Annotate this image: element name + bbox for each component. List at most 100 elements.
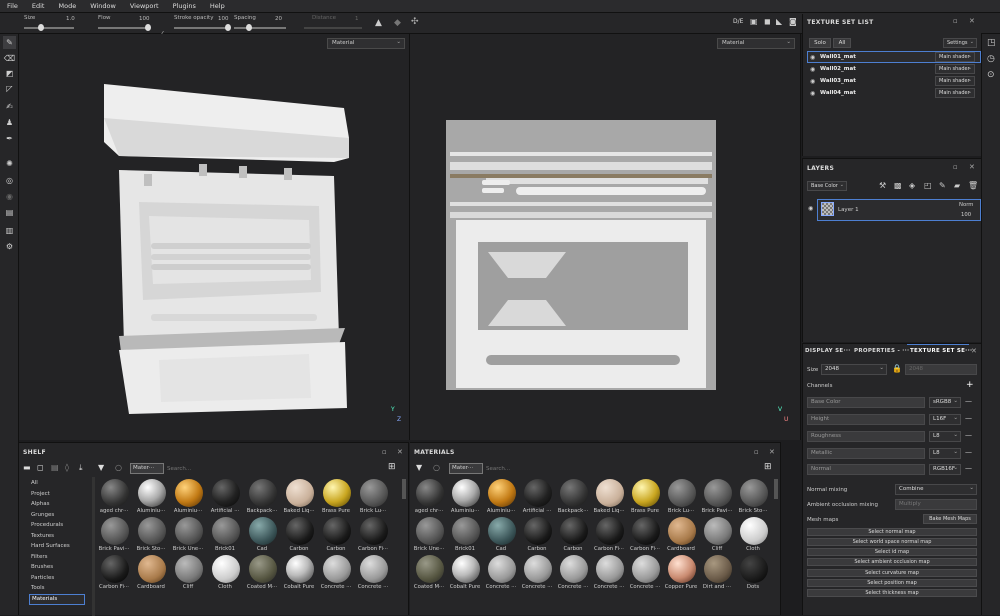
filter-circle-icon[interactable]: ○ bbox=[115, 463, 122, 472]
spacing-slider[interactable] bbox=[234, 27, 286, 29]
material-thumbnail[interactable] bbox=[249, 479, 277, 507]
visibility-eye-icon[interactable]: ◉ bbox=[810, 66, 815, 73]
channel-format-dropdown[interactable]: L8 bbox=[929, 448, 961, 459]
select-position-map-button[interactable]: Select position map bbox=[807, 579, 977, 587]
remove-channel-icon[interactable]: — bbox=[965, 431, 972, 439]
channel-row[interactable]: Height bbox=[807, 414, 925, 425]
float-panel-icon[interactable]: ▫ bbox=[754, 448, 759, 456]
material-thumbnail[interactable] bbox=[488, 479, 516, 507]
log-icon[interactable]: ⊙ bbox=[987, 70, 995, 80]
category-scrollbar[interactable] bbox=[92, 477, 95, 616]
layers-icon[interactable]: ◳ bbox=[987, 38, 996, 48]
tab-texture-set-settings[interactable]: TEXTURE SET SE··· bbox=[910, 348, 972, 354]
category-item[interactable]: Filters bbox=[31, 552, 48, 562]
menu-edit[interactable]: Edit bbox=[25, 2, 52, 10]
settings-dropdown[interactable]: Settings bbox=[943, 38, 977, 48]
all-button[interactable]: All bbox=[833, 38, 851, 48]
projection-icon[interactable]: ◩ bbox=[3, 67, 16, 80]
add-paint-layer-icon[interactable]: ✎ bbox=[939, 181, 946, 190]
material-thumbnail[interactable] bbox=[416, 479, 444, 507]
layer-blend-mode[interactable]: Norm bbox=[959, 202, 973, 208]
tab-properties[interactable]: PROPERTIES - ··· bbox=[854, 348, 909, 354]
channel-row[interactable]: Base Color bbox=[807, 397, 925, 408]
channel-format-dropdown[interactable]: sRGB8 bbox=[929, 397, 961, 408]
select-thickness-map-button[interactable]: Select thickness map bbox=[807, 589, 977, 597]
material-thumbnail[interactable] bbox=[488, 555, 516, 583]
screenshot-camera-icon[interactable]: ◙ bbox=[789, 17, 797, 26]
camera-cube-icon[interactable]: ◼ bbox=[764, 17, 771, 26]
material-thumbnail[interactable] bbox=[704, 479, 732, 507]
iray-icon[interactable]: ◉ bbox=[3, 190, 16, 203]
material-thumbnail[interactable] bbox=[175, 479, 203, 507]
float-panel-icon[interactable]: ▫ bbox=[953, 17, 958, 25]
materials-filter-tag[interactable]: Mater··· bbox=[449, 463, 483, 474]
remove-channel-icon[interactable]: — bbox=[965, 464, 972, 472]
category-item[interactable]: Textures bbox=[31, 531, 54, 541]
material-thumbnail[interactable] bbox=[101, 555, 129, 583]
folder-icon[interactable]: ▬ bbox=[23, 463, 31, 472]
new-shelf-icon[interactable]: ◻ bbox=[37, 463, 44, 472]
material-thumbnail[interactable] bbox=[596, 517, 624, 545]
eraser-icon[interactable]: ⌫ bbox=[3, 52, 16, 65]
select-id-map-button[interactable]: Select id map bbox=[807, 548, 977, 556]
material-thumbnail[interactable] bbox=[632, 479, 660, 507]
texture-set-name[interactable]: Wall03_mat bbox=[820, 76, 856, 86]
filter-circle-icon[interactable]: ○ bbox=[433, 463, 440, 472]
material-thumbnail[interactable] bbox=[212, 479, 240, 507]
add-channel-icon[interactable]: + bbox=[966, 380, 974, 390]
material-thumbnail[interactable] bbox=[704, 555, 732, 583]
material-thumbnail[interactable] bbox=[452, 479, 480, 507]
close-panel-icon[interactable]: ✕ bbox=[769, 448, 775, 456]
render-icon[interactable]: ◣ bbox=[776, 17, 782, 26]
material-thumbnail[interactable] bbox=[175, 517, 203, 545]
material-thumbnail[interactable] bbox=[212, 517, 240, 545]
layer-opacity[interactable]: 100 bbox=[961, 212, 971, 218]
channel-format-dropdown[interactable]: RGB16F bbox=[929, 464, 961, 475]
grid-view-icon[interactable]: ⊞ bbox=[764, 462, 772, 472]
close-panel-icon[interactable]: ✕ bbox=[969, 17, 975, 25]
material-thumbnail[interactable] bbox=[249, 555, 277, 583]
material-thumbnail[interactable] bbox=[632, 555, 660, 583]
remove-channel-icon[interactable]: — bbox=[965, 448, 972, 456]
category-item[interactable]: Project bbox=[31, 489, 50, 499]
stroke-opacity-slider-knob[interactable] bbox=[225, 24, 231, 31]
material-thumbnail[interactable] bbox=[212, 555, 240, 583]
flow-slider-knob[interactable] bbox=[145, 24, 151, 31]
category-item[interactable]: All bbox=[31, 478, 38, 488]
material-thumbnail[interactable] bbox=[632, 517, 660, 545]
material-thumbnail[interactable] bbox=[249, 517, 277, 545]
material-thumbnail[interactable] bbox=[323, 555, 351, 583]
close-panel-icon[interactable]: ✕ bbox=[969, 163, 975, 171]
material-thumbnail[interactable] bbox=[452, 555, 480, 583]
material-thumbnail[interactable] bbox=[138, 517, 166, 545]
layer-name[interactable]: Layer 1 bbox=[838, 207, 859, 213]
normal-mixing-dropdown[interactable]: Combine bbox=[895, 484, 977, 495]
category-item[interactable]: Materials bbox=[32, 594, 57, 604]
texture-set-name[interactable]: Wall02_mat bbox=[820, 64, 856, 74]
material-thumbnail[interactable] bbox=[323, 479, 351, 507]
menu-window[interactable]: Window bbox=[83, 2, 123, 10]
menu-plugins[interactable]: Plugins bbox=[166, 2, 203, 10]
visibility-eye-icon[interactable]: ◉ bbox=[810, 54, 815, 61]
viewport-2d-channel-select[interactable]: Material bbox=[717, 38, 795, 49]
material-thumbnail[interactable] bbox=[175, 555, 203, 583]
polygon-fill-icon[interactable]: ◸ bbox=[3, 82, 16, 95]
material-thumbnail[interactable] bbox=[416, 517, 444, 545]
shelf-refresh-icon[interactable]: ⤓ bbox=[79, 463, 83, 473]
shelf-scrollbar[interactable] bbox=[402, 479, 406, 499]
viewport-3d-channel-select[interactable]: Material bbox=[327, 38, 405, 49]
channel-row[interactable]: Roughness bbox=[807, 431, 925, 442]
material-thumbnail[interactable] bbox=[286, 517, 314, 545]
material-thumbnail[interactable] bbox=[360, 555, 388, 583]
menu-viewport[interactable]: Viewport bbox=[123, 2, 166, 10]
material-thumbnail[interactable] bbox=[524, 517, 552, 545]
texture-set-name[interactable]: Wall04_mat bbox=[820, 88, 856, 98]
material-thumbnail[interactable] bbox=[524, 479, 552, 507]
texture-set-name[interactable]: Wall01_mat bbox=[820, 52, 856, 62]
category-item[interactable]: Hard Surfaces bbox=[31, 541, 70, 551]
viewport-2d[interactable]: Material V U bbox=[410, 34, 801, 440]
settings-icon[interactable]: ✣ bbox=[411, 17, 419, 27]
size-slider[interactable] bbox=[24, 27, 74, 29]
layer-row[interactable]: Layer 1 Norm 100 bbox=[817, 199, 981, 221]
filter-icon[interactable]: ▼ bbox=[416, 463, 422, 472]
